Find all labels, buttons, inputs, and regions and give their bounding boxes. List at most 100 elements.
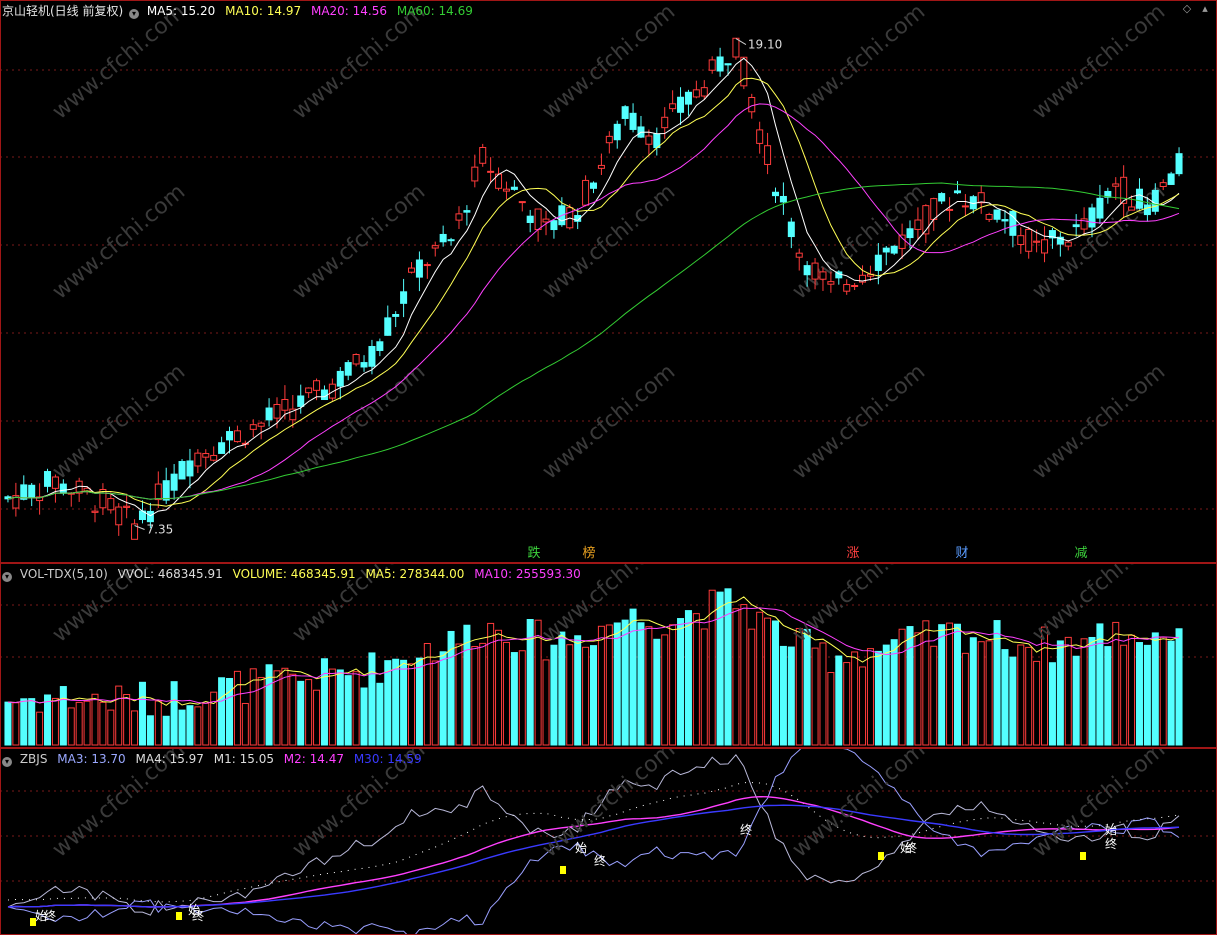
price-chart-panel[interactable]: 京山轻机(日线 前复权) ▾ MA5: 15.20 MA10: 14.97 MA… [0,0,1217,563]
volume-bar [138,681,146,746]
candle-body [59,483,67,494]
volume-bar [202,702,210,746]
volume-bar [732,608,740,746]
zbjs-signal-marker [560,866,566,874]
candle-body [218,442,226,454]
volume-bar [479,642,487,746]
candle-body [123,505,131,508]
candle-body [431,245,439,249]
zbjs-chart-panel[interactable]: ▾ ZBJS MA3: 13.70 MA4: 15.97 M1: 15.05 M… [0,748,1217,935]
candle-body [977,192,985,204]
volume-bar [59,686,67,746]
candle-body [550,220,558,231]
volume-bar [123,694,131,746]
volume-bar [210,691,218,746]
candle-body [407,267,416,273]
candle-body [376,341,384,351]
zbjs-chart-canvas[interactable]: 始终 始终始终终始终始终www.cfchi.com www.cfchi.com www… [0,748,1217,935]
candle-body [542,218,550,223]
volume-chart-panel[interactable]: ▾ VOL-TDX(5,10) VVOL: 468345.91 VOLUME: … [0,563,1217,748]
diamond-icon[interactable]: ◇ [1182,3,1192,14]
candle-body [257,422,265,427]
candle-body [534,208,542,231]
volume-bar [99,701,107,746]
volume-bar [1104,646,1112,746]
chevron-down-icon[interactable]: ▾ [2,572,12,582]
candle-body [764,145,772,165]
volume-bar [866,648,874,746]
zbjs-m1-label: M1: 15.05 [213,752,274,766]
zbjs-m2-label: M2: 14.47 [283,752,344,766]
candle-body [352,354,360,365]
chevron-down-icon[interactable]: ▾ [129,9,140,19]
zbjs-signal-marker [176,912,182,920]
volume-bar [1048,662,1056,746]
candle-body [724,63,732,66]
candle-body [692,89,700,98]
candle-body [993,209,1001,220]
volume-bar [241,702,249,746]
candle-body [479,146,487,164]
volume-bar [1175,628,1183,746]
watermark-text: www.cfchi.com [538,0,680,125]
candle-body [843,284,851,292]
watermark-text: www.cfchi.com [788,359,930,484]
volume-bar [320,658,328,746]
volume-bar [392,658,400,746]
candle-body [313,380,321,391]
zbjs-signal-label: 终 [1105,836,1117,851]
volume-bar [985,640,993,746]
watermark-text: www.cfchi.com [1028,0,1170,125]
candle-body [906,228,914,239]
volume-bar [297,680,305,746]
candle-body [518,201,526,204]
watermark-text: www.cfchi.com [288,179,430,304]
volume-bar [313,689,321,746]
vvol-label: VVOL: 468345.91 [117,567,223,581]
watermark-text: www.cfchi.com [288,359,430,484]
ma10-label: MA10: 14.97 [225,4,302,18]
candle-body [51,476,59,489]
chevron-down-icon[interactable]: ▾ [2,757,12,767]
signal-label: 减 [1074,546,1087,561]
volume-bar [226,677,234,746]
candle-body [851,284,859,287]
volume-bar [36,711,44,746]
scroll-up-icon[interactable]: ▴ [1200,3,1210,14]
watermark-text: www.cfchi.com [788,179,930,304]
candle-body [202,453,210,458]
volume-bar [44,694,52,746]
candle-body [297,395,305,407]
candle-body [502,188,510,192]
volume-bar [352,671,360,746]
volume-bar [969,637,977,746]
volume-bar [186,705,194,746]
ma60-line [7,182,1180,500]
volume-bar [582,646,590,746]
candle-body [653,133,661,149]
candle-body [938,193,946,202]
watermark-text: www.cfchi.com [538,748,680,863]
candle-body [684,91,692,105]
price-chart-canvas[interactable]: www.cfchi.com www.cfchi.com www.cfchi.com w… [0,0,1217,563]
volume-bar [336,669,344,746]
candle-body [589,182,598,189]
candle-body [953,190,961,194]
volume-bar [645,626,653,746]
volume-chart-canvas[interactable]: www.cfchi.com www.cfchi.com www.cfchi.com w… [0,563,1217,748]
candle-body [716,56,724,72]
candle-body [795,252,803,258]
volume-bar [91,693,99,746]
volume-bar [748,628,756,746]
zbjs-signal-label: 终 [44,908,56,923]
candle-body [1096,197,1104,219]
volume-bar [360,687,368,746]
candle-body [985,213,993,220]
candle-body [700,87,708,97]
volume-bar [1096,623,1104,746]
volume-bar [431,660,439,746]
volume-bar [922,620,930,746]
price-legend: 京山轻机(日线 前复权) ▾ MA5: 15.20 MA10: 14.97 MA… [2,3,479,19]
candle-body [748,97,756,113]
volume-bar [708,589,716,746]
